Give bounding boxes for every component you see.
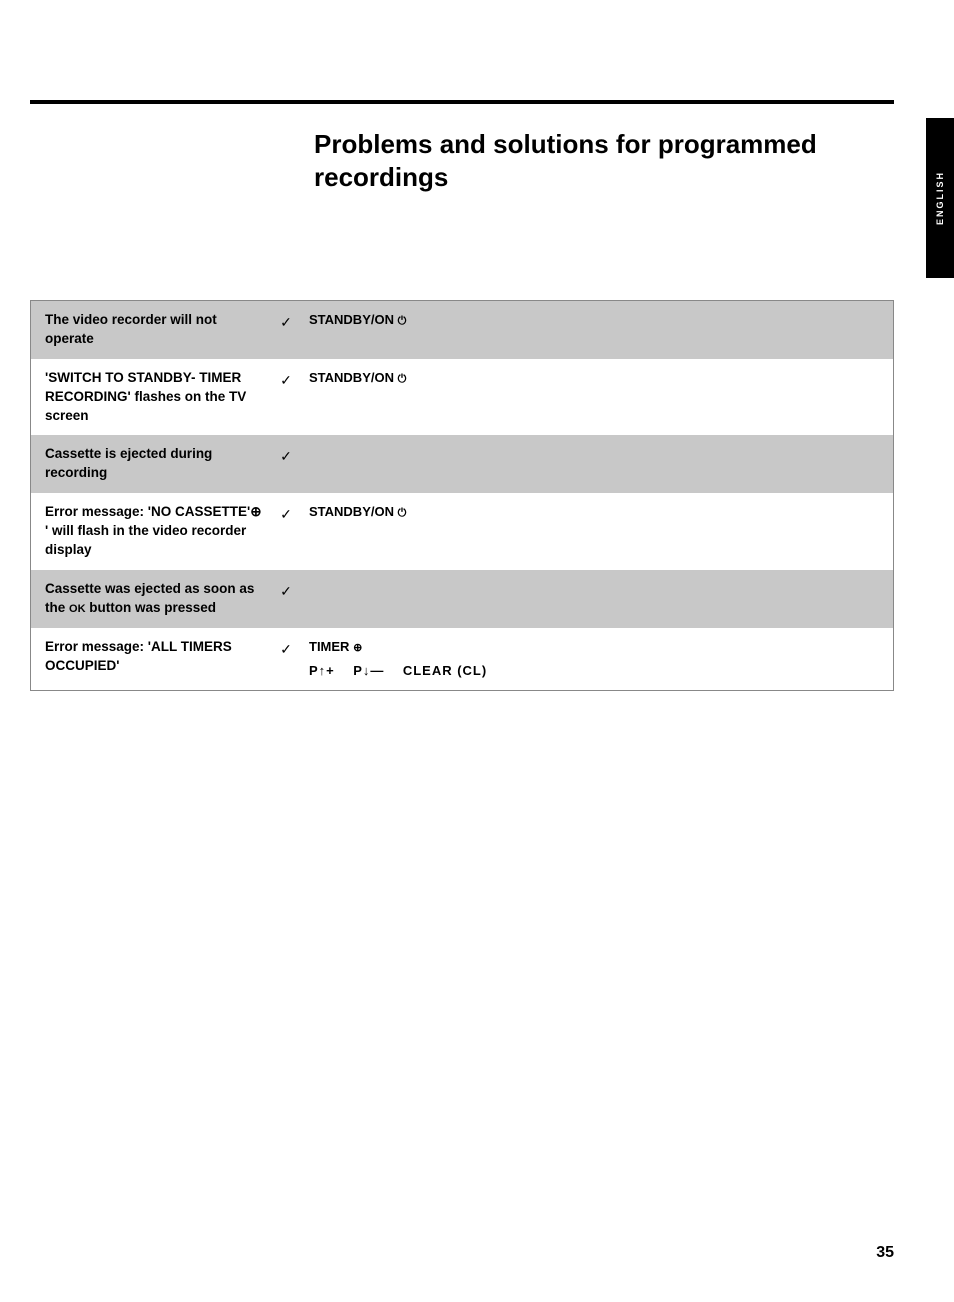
problem-cell: Cassette is ejected during recording [31, 435, 271, 493]
title-box: Problems and solutions for programmed re… [300, 118, 894, 203]
check-cell: ✓ [271, 435, 301, 493]
solution-cell: STANDBY/ON ⏻ [301, 301, 893, 359]
check-cell: ✓ [271, 628, 301, 691]
table-row: Error message: 'ALL TIMERS OCCUPIED' ✓ T… [31, 628, 893, 691]
top-rule [30, 100, 894, 104]
solution-cell [301, 435, 893, 493]
table-row: The video recorder will not operate ✓ ST… [31, 301, 893, 359]
standby-text: STANDBY/ON ⏻ [309, 312, 406, 327]
standby-text: STANDBY/ON ⏻ [309, 370, 406, 385]
problem-cell: The video recorder will not operate [31, 301, 271, 359]
solution-cell: STANDBY/ON ⏻ [301, 359, 893, 436]
solution-line2: P↑+ P↓— CLEAR (CL) [309, 662, 885, 680]
check-cell: ✓ [271, 493, 301, 570]
solution-cell: TIMER ⊕ P↑+ P↓— CLEAR (CL) [301, 628, 893, 691]
problem-cell: 'SWITCH TO STANDBY- TIMER RECORDING' fla… [31, 359, 271, 436]
page-number: 35 [876, 1244, 894, 1262]
solution-cell: STANDBY/ON ⏻ [301, 493, 893, 570]
problem-cell: Cassette was ejected as soon as the OK b… [31, 570, 271, 628]
side-label-english: ENGLISH [926, 118, 954, 278]
check-cell: ✓ [271, 570, 301, 628]
standby-text: STANDBY/ON ⏻ [309, 504, 406, 519]
problem-cell: Error message: 'ALL TIMERS OCCUPIED' [31, 628, 271, 691]
check-cell: ✓ [271, 301, 301, 359]
table-row: Cassette is ejected during recording ✓ [31, 435, 893, 493]
check-cell: ✓ [271, 359, 301, 436]
problem-cell: Error message: 'NO CASSETTE'⊕ ' will fla… [31, 493, 271, 570]
problems-table-container: The video recorder will not operate ✓ ST… [30, 300, 894, 691]
problems-table: The video recorder will not operate ✓ ST… [31, 301, 893, 690]
table-row: 'SWITCH TO STANDBY- TIMER RECORDING' fla… [31, 359, 893, 436]
page-title: Problems and solutions for programmed re… [314, 128, 880, 193]
solution-line1: TIMER ⊕ [309, 638, 885, 656]
solution-cell [301, 570, 893, 628]
table-row: Error message: 'NO CASSETTE'⊕ ' will fla… [31, 493, 893, 570]
table-row: Cassette was ejected as soon as the OK b… [31, 570, 893, 628]
language-label: ENGLISH [935, 171, 945, 225]
